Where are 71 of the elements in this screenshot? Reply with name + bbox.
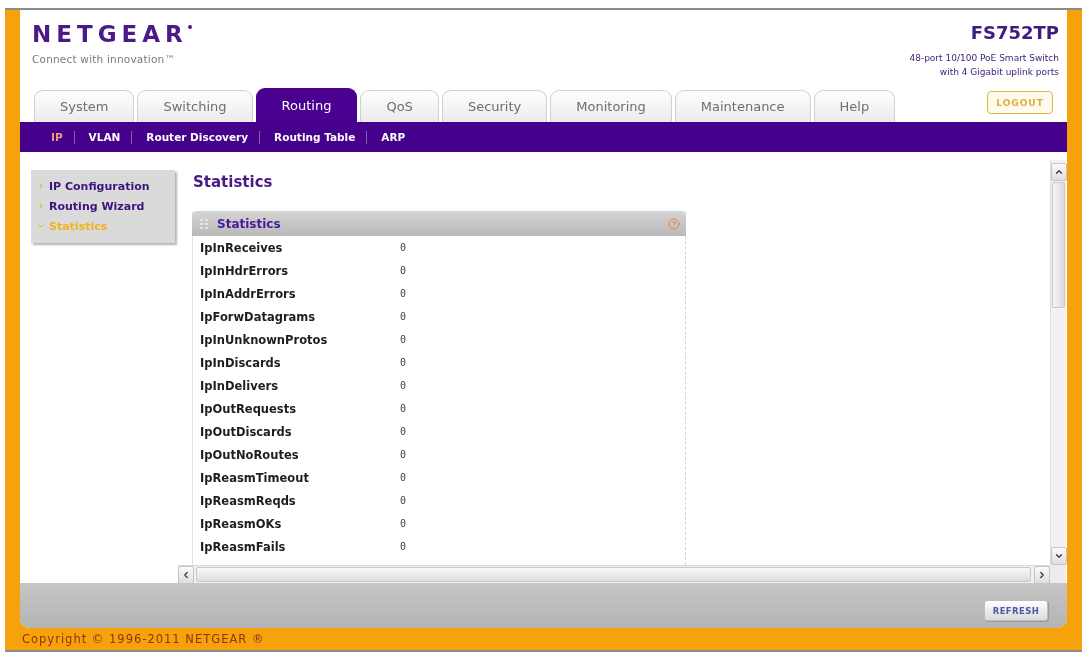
- stat-value: 0: [400, 265, 407, 276]
- stat-value: 0: [400, 380, 407, 391]
- stat-value: 0: [400, 357, 407, 368]
- stat-name: IpOutRequests: [200, 401, 298, 416]
- subnav-link[interactable]: Routing Table: [274, 131, 356, 143]
- stat-name: IpReasmFails: [200, 539, 287, 554]
- model-description: with 4 Gigabit uplink ports: [939, 66, 1059, 79]
- chevron-left-icon: [181, 569, 191, 580]
- subnav-link[interactable]: IP: [51, 131, 63, 143]
- grip-icon: [200, 218, 208, 229]
- model-description: 48-port 10/100 PoE Smart Switch: [909, 52, 1059, 65]
- sidebar-item[interactable]: Routing Wizard: [37, 196, 171, 216]
- brand-logo: NETGEAR: [32, 21, 188, 47]
- nav-tab[interactable]: Switching: [137, 90, 253, 122]
- stat-name: IpReasmTimeout: [200, 470, 310, 485]
- chevron-down-icon: [37, 222, 45, 230]
- stat-name: IpInHdrErrors: [200, 263, 290, 278]
- stat-value: 0: [400, 334, 407, 345]
- nav-tab[interactable]: System: [34, 90, 135, 122]
- nav-tab[interactable]: QoS: [360, 90, 439, 122]
- stat-name: IpReasmReqds: [200, 493, 297, 508]
- scroll-right-button[interactable]: [1034, 565, 1050, 584]
- stat-value: 0: [400, 242, 407, 253]
- chevron-down-icon: [1054, 551, 1064, 561]
- panel-title: Statistics: [217, 216, 282, 231]
- nav-tab[interactable]: Routing: [255, 88, 358, 122]
- stat-value: 0: [400, 541, 407, 552]
- stat-name: IpOutDiscards: [200, 424, 293, 439]
- nav-tab[interactable]: Help: [813, 90, 896, 122]
- nav-tab[interactable]: Security: [441, 90, 548, 122]
- stat-name: IpInReceives: [200, 240, 284, 255]
- copyright-text: Copyright © 1996-2011 NETGEAR ®: [22, 632, 265, 646]
- stat-value: 0: [400, 426, 407, 437]
- stat-name: IpReasmOKs: [200, 516, 283, 531]
- stat-name: IpInDelivers: [200, 378, 280, 393]
- scroll-left-button[interactable]: [178, 565, 194, 584]
- scroll-down-button[interactable]: [1051, 547, 1067, 565]
- dot-icon: [187, 25, 192, 29]
- stat-value: 0: [400, 311, 407, 322]
- nav-tab[interactable]: Monitoring: [550, 90, 672, 122]
- scroll-thumb[interactable]: [196, 567, 1031, 582]
- chevron-right-icon: [1037, 569, 1047, 580]
- help-icon[interactable]: [668, 217, 680, 230]
- stat-value: 0: [400, 403, 407, 414]
- scroll-thumb[interactable]: [1052, 182, 1065, 308]
- subnav-link[interactable]: Router Discovery: [146, 131, 249, 143]
- horizontal-scrollbar[interactable]: [178, 565, 1050, 583]
- subnav-link[interactable]: ARP: [381, 131, 406, 143]
- scroll-up-button[interactable]: [1051, 163, 1067, 181]
- refresh-button[interactable]: REFRESH: [984, 600, 1048, 621]
- chevron-right-icon: [37, 202, 45, 210]
- stat-name: IpInAddrErrors: [200, 286, 297, 301]
- tagline: Connect with innovation™: [32, 53, 177, 65]
- stat-value: 0: [400, 472, 407, 483]
- stat-value: 0: [400, 495, 407, 506]
- nav-tab[interactable]: Maintenance: [674, 90, 811, 122]
- model-name: FS752TP: [970, 21, 1059, 45]
- chevron-right-icon: [37, 182, 45, 190]
- sidebar-item[interactable]: IP Configuration: [37, 176, 171, 196]
- stat-name: IpOutNoRoutes: [200, 447, 300, 462]
- stat-value: 0: [400, 518, 407, 529]
- vertical-scrollbar[interactable]: [1050, 160, 1066, 565]
- stat-name: IpForwDatagrams: [200, 309, 317, 324]
- stat-name: IpInUnknownProtos: [200, 332, 329, 347]
- stat-value: 0: [400, 288, 407, 299]
- chevron-up-icon: [1054, 167, 1064, 177]
- stat-name: IpInDiscards: [200, 355, 282, 370]
- page-title: Statistics: [193, 172, 273, 192]
- subnav-link[interactable]: VLAN: [88, 131, 121, 143]
- scrollbar-corner: [1050, 565, 1066, 583]
- stat-value: 0: [400, 449, 407, 460]
